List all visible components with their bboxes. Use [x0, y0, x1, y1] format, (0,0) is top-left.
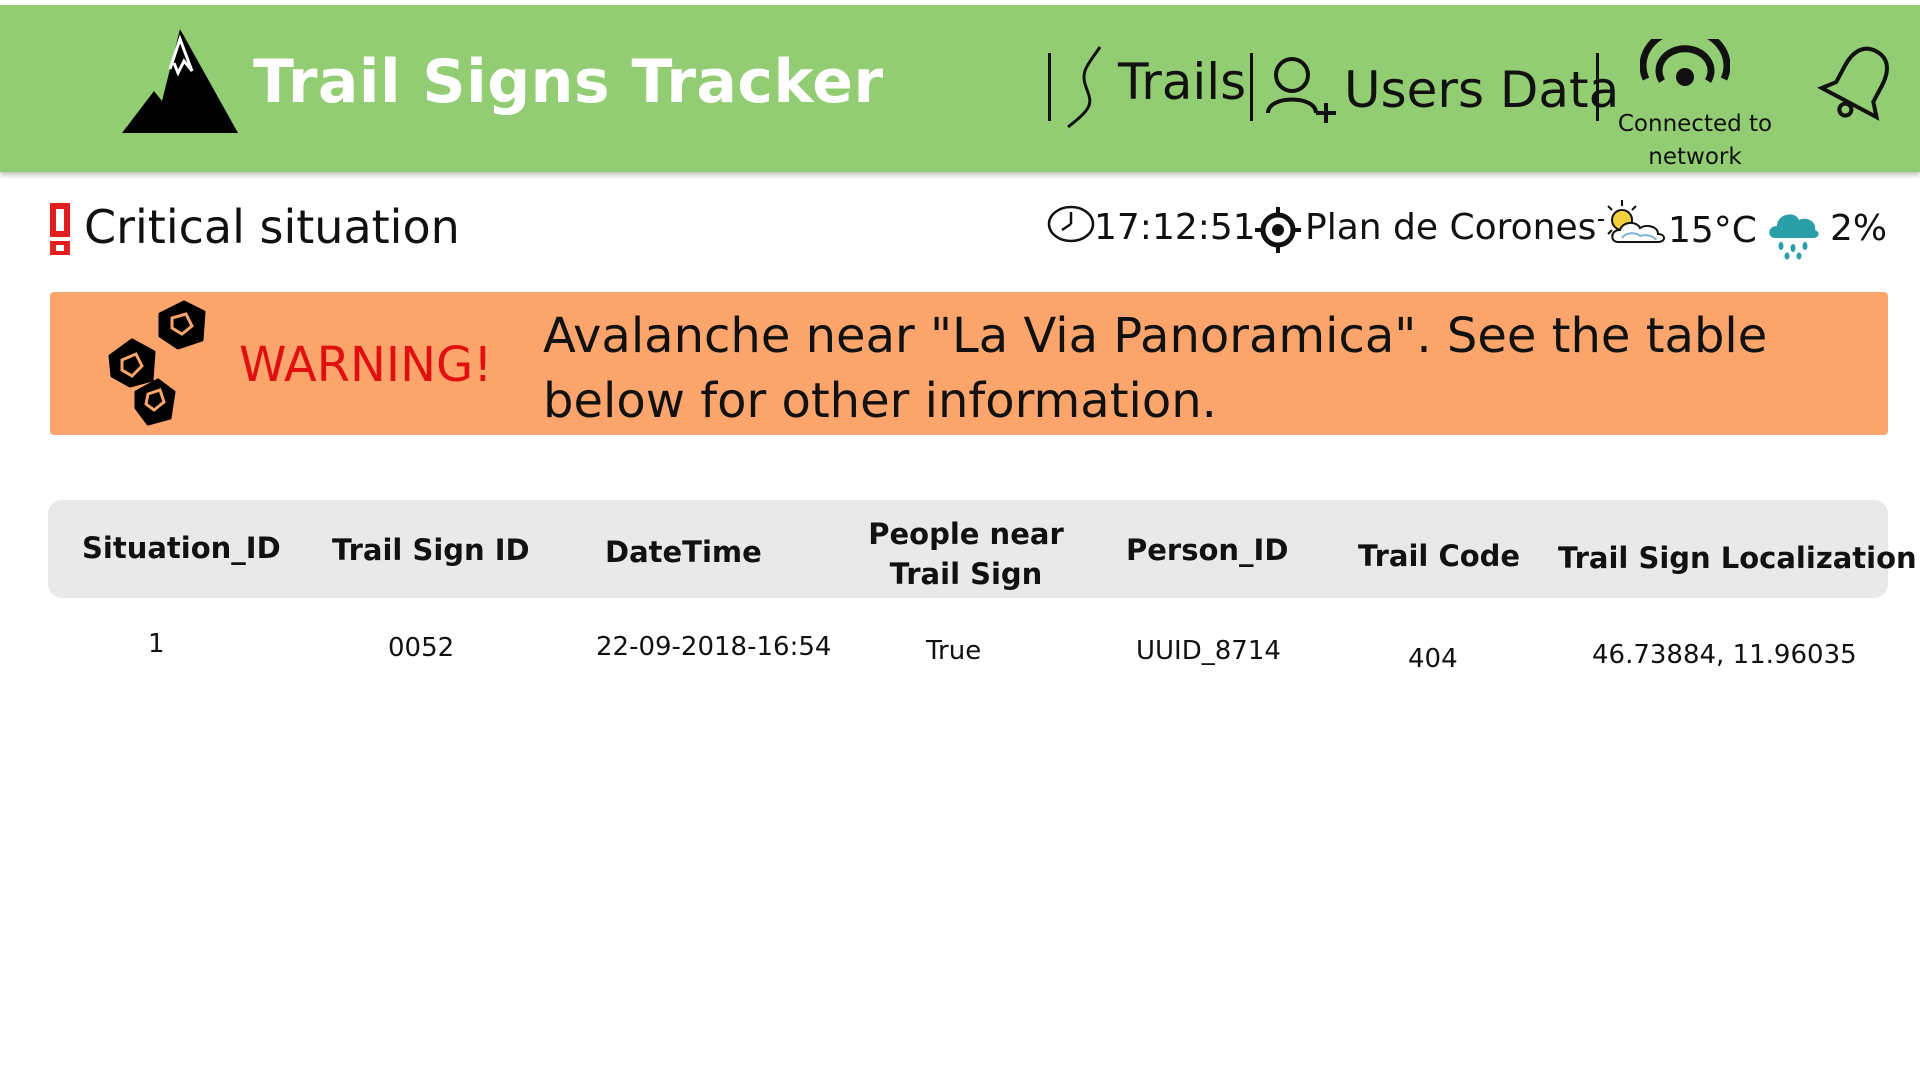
situation-label: Critical situation — [84, 200, 460, 254]
column-header-people-near-trail-sign: People near Trail Sign — [868, 517, 1064, 591]
column-header-datetime: DateTime — [605, 535, 762, 569]
bell-icon[interactable] — [1814, 41, 1904, 127]
precipitation: 2% — [1830, 208, 1888, 249]
temperature: 15°C — [1668, 210, 1757, 251]
rocks-icon — [108, 300, 206, 426]
column-header-person-id: Person_ID — [1126, 533, 1289, 567]
cell-situation-id: 1 — [148, 629, 165, 659]
nav-divider — [1048, 53, 1051, 121]
cell-trail-code: 404 — [1408, 644, 1458, 674]
exclamation-icon — [50, 203, 70, 255]
cell-person-id: UUID_8714 — [1136, 636, 1281, 666]
column-header-situation-id: Situation_ID — [82, 531, 281, 565]
app-title: Trail Signs Tracker — [253, 47, 884, 117]
app-header: Trail Signs Tracker Trails Users Data Co… — [0, 5, 1920, 172]
nav-divider — [1596, 53, 1599, 121]
warning-message: Avalanche near "La Via Panoramica". See … — [543, 308, 1768, 429]
warning-banner: WARNING! Avalanche near "La Via Panorami… — [50, 292, 1888, 435]
current-time: 17:12:51 — [1094, 207, 1256, 248]
partly-sunny-icon — [1598, 200, 1665, 243]
warning-label: WARNING! — [239, 337, 493, 393]
nav-trails-link[interactable]: Trails — [1118, 53, 1246, 111]
trail-path-icon — [1067, 46, 1102, 129]
cell-trail-sign-id: 0052 — [388, 633, 455, 663]
location-name: Plan de Corones — [1305, 207, 1597, 248]
rain-cloud-icon — [1769, 214, 1819, 260]
add-user-icon[interactable] — [1264, 55, 1344, 125]
cell-datetime: 22-09-2018-16:54 — [596, 632, 832, 662]
column-header-trail-sign-localization: Trail Sign Localization — [1558, 541, 1917, 575]
location-target-icon — [1255, 207, 1301, 253]
cell-localization: 46.73884, 11.96035 — [1592, 640, 1857, 670]
network-status: Connected to network — [1617, 111, 1773, 170]
mountain-icon — [122, 29, 238, 133]
wifi-icon — [1640, 39, 1730, 86]
clock-icon — [1047, 205, 1095, 243]
column-header-trail-code: Trail Code — [1358, 539, 1521, 573]
nav-divider — [1250, 53, 1253, 121]
nav-users-data-link[interactable]: Users Data — [1344, 61, 1619, 119]
cell-people-near: True — [926, 636, 982, 666]
column-header-trail-sign-id: Trail Sign ID — [332, 533, 530, 567]
